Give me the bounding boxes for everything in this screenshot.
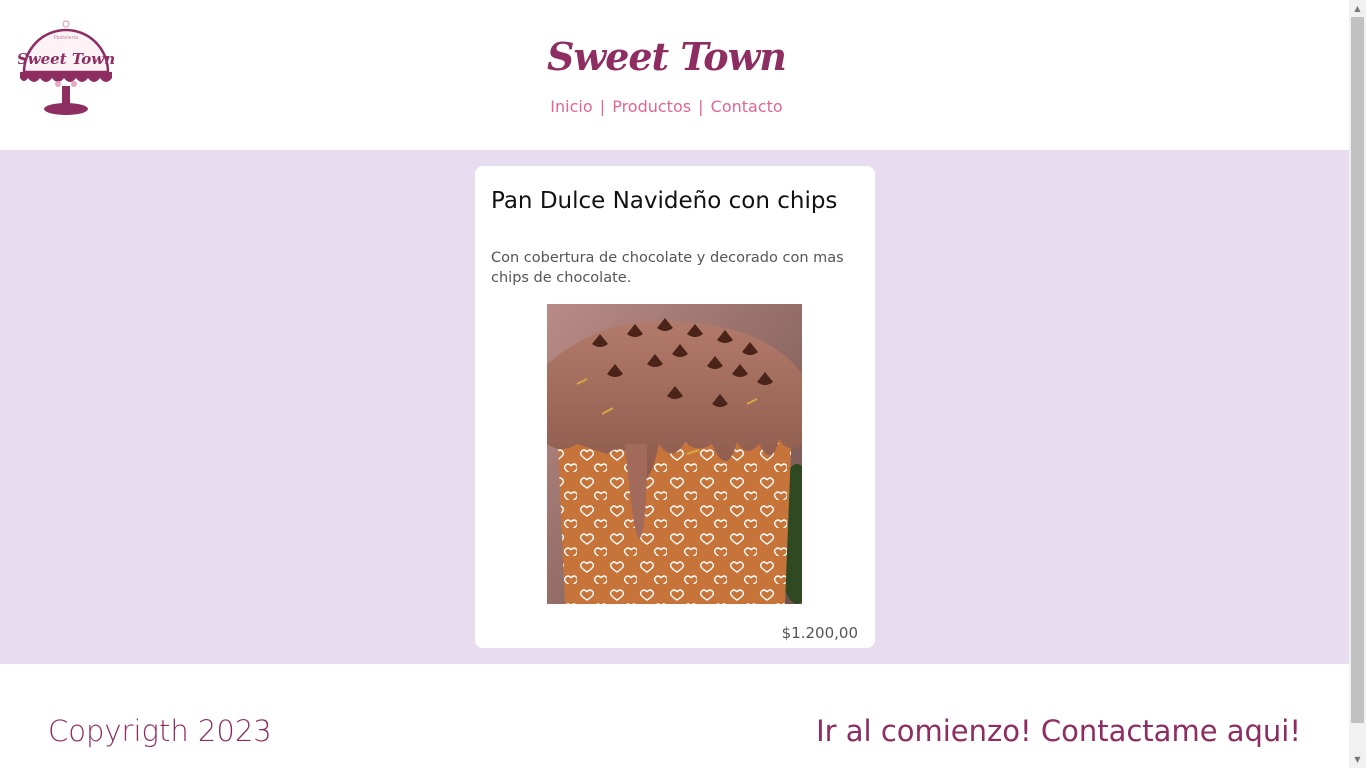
contact-link[interactable]: Contactame aqui! xyxy=(1041,714,1301,748)
product-price: $1.200,00 xyxy=(781,624,858,642)
product-description: Con cobertura de chocolate y decorado co… xyxy=(491,250,844,286)
nav-link-productos[interactable]: Productos xyxy=(612,97,691,116)
product-title: Pan Dulce Navideño con chips xyxy=(491,188,838,214)
vertical-scrollbar[interactable]: ▲ ▼ xyxy=(1349,0,1366,768)
footer-links: Ir al comienzo! Contactame aqui! xyxy=(816,714,1301,748)
site-header: Pasteleria Sweet Town Sweet Town Inicio … xyxy=(0,0,1349,150)
scroll-up-arrow-icon[interactable]: ▲ xyxy=(1349,0,1366,17)
site-footer: Copyrigth 2023 Ir al comienzo! Contactam… xyxy=(0,664,1349,768)
scroll-thumb[interactable] xyxy=(1351,17,1364,723)
product-card: Pan Dulce Navideño con chips Con cobertu… xyxy=(475,166,875,648)
product-section: Pan Dulce Navideño con chips Con cobertu… xyxy=(0,150,1349,664)
site-title: Sweet Town xyxy=(547,34,787,79)
back-to-top-link[interactable]: Ir al comienzo! xyxy=(816,714,1032,748)
nav-separator: | xyxy=(599,97,606,116)
nav-link-contacto[interactable]: Contacto xyxy=(711,97,783,116)
nav-separator: | xyxy=(698,97,704,116)
main-nav: Inicio | Productos | Contacto xyxy=(0,97,1333,116)
copyright-text: Copyrigth 2023 xyxy=(48,714,272,748)
page: Pasteleria Sweet Town Sweet Town Inicio … xyxy=(0,0,1349,768)
scroll-down-arrow-icon[interactable]: ▼ xyxy=(1349,751,1366,768)
pan-dulce-image xyxy=(547,304,802,604)
nav-link-inicio[interactable]: Inicio xyxy=(550,97,592,116)
product-image xyxy=(547,304,802,604)
